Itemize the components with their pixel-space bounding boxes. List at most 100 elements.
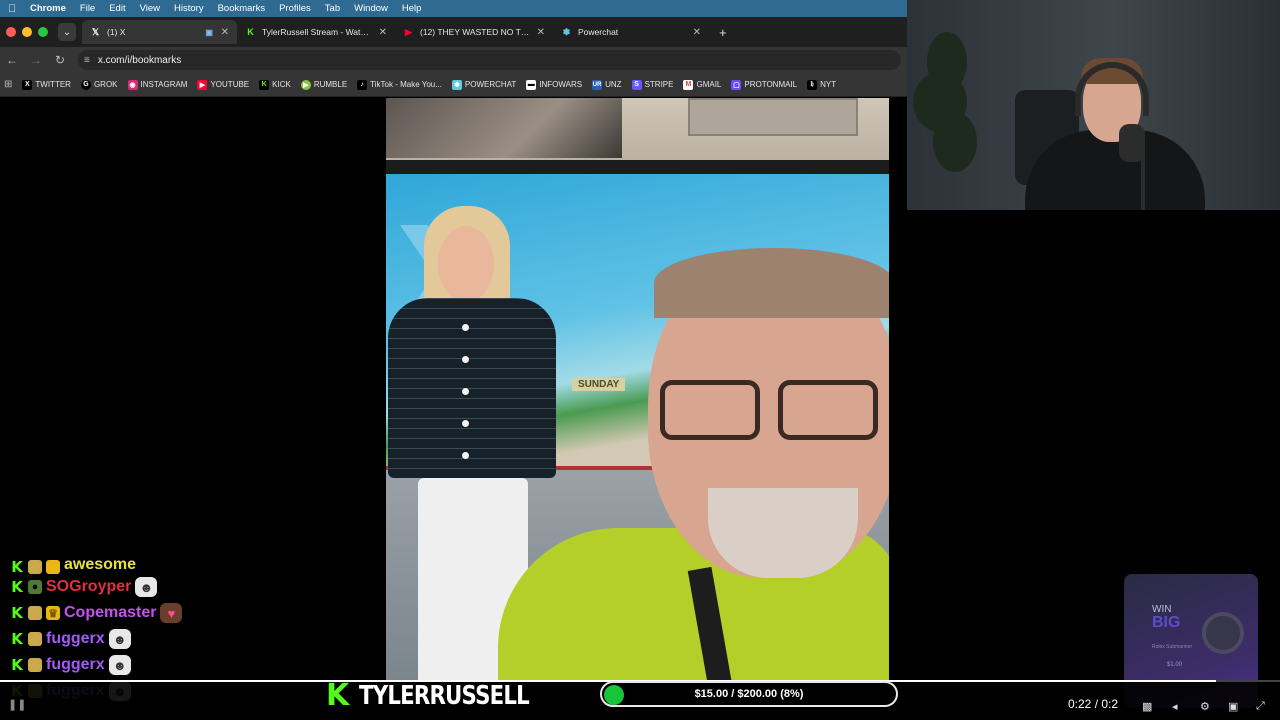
tab-powerchat[interactable]: ✽ Powerchat ✕ [553, 20, 709, 44]
tab-title: TylerRussell Stream - Watch Li [262, 27, 373, 37]
jacket-button [462, 324, 469, 331]
close-window-button[interactable] [6, 27, 16, 37]
webcam-overlay [907, 0, 1280, 210]
bookmark-instagram[interactable]: ◉ INSTAGRAM [127, 79, 187, 90]
menu-file[interactable]: File [80, 3, 95, 14]
fullscreen-icon[interactable]: ⤢ [1256, 700, 1265, 713]
bookmark-label: PROTONMAIL [744, 80, 798, 89]
pip-icon[interactable]: ▣ [1228, 700, 1238, 713]
bookmark-stripe[interactable]: S STRIPE [631, 79, 673, 90]
jacket-button [462, 420, 469, 427]
back-icon[interactable]: ← [6, 53, 18, 67]
menu-edit[interactable]: Edit [109, 3, 125, 14]
close-tab-icon[interactable]: ✕ [221, 27, 229, 38]
volume-icon[interactable]: ◂ [1172, 700, 1178, 713]
menu-tab[interactable]: Tab [325, 3, 340, 14]
url-text: x.com/i/bookmarks [97, 54, 182, 66]
protonmail-icon: ▢ [731, 79, 742, 90]
close-tab-icon[interactable]: ✕ [537, 27, 545, 38]
bookmark-tiktok[interactable]: ♪ TikTok - Make You... [357, 79, 442, 90]
menu-profiles[interactable]: Profiles [279, 3, 311, 14]
bookmark-rumble[interactable]: ▶ RUMBLE [300, 79, 347, 90]
bookmark-label: YOUTUBE [210, 80, 250, 89]
bookmark-kick[interactable]: K KICK [259, 79, 291, 90]
tv-bezel [386, 160, 889, 174]
apps-icon[interactable]: ⊞ [4, 79, 12, 90]
wall-poster [688, 98, 858, 136]
bookmark-twitter[interactable]: X TWITTER [22, 79, 71, 90]
tab-title: (1) X [107, 27, 126, 37]
jacket-button [462, 356, 469, 363]
bookmark-gmail[interactable]: M GMAIL [683, 79, 721, 90]
glasses-lens [778, 380, 878, 440]
bookmark-grok[interactable]: G GROK [80, 79, 118, 90]
nyt-icon: 𝔥 [807, 79, 818, 90]
close-tab-icon[interactable]: ✕ [379, 27, 387, 38]
chat-message: K fuggerx ☻ [10, 652, 230, 678]
chat-username[interactable]: awesome [64, 560, 136, 574]
time-display: 0:22 / 0:2 [1068, 697, 1119, 711]
tab-strip: ⌄ 𝕏 (1) X ▣ ✕ K TylerRussell Stream - Wa… [0, 17, 907, 47]
close-tab-icon[interactable]: ✕ [693, 27, 701, 38]
tab-title: (12) THEY WASTED NO TIME [420, 27, 531, 37]
bookmark-unz[interactable]: UR UNZ [592, 79, 622, 90]
site-info-icon[interactable]: ≡ [84, 55, 90, 66]
new-tab-button[interactable]: + [719, 25, 727, 40]
window-controls [6, 27, 48, 37]
man-beard [708, 488, 858, 578]
chat-username[interactable]: SOGroyper [46, 578, 131, 596]
menu-app-name[interactable]: Chrome [30, 3, 66, 14]
bookmark-infowars[interactable]: ▬ INFOWARS [526, 79, 582, 90]
bookmark-youtube[interactable]: ▶ YOUTUBE [197, 79, 250, 90]
chat-username[interactable]: fuggerx [46, 656, 105, 674]
video-frame[interactable]: X SUNDAY [386, 98, 889, 680]
x-icon: X [22, 79, 33, 90]
menu-history[interactable]: History [174, 3, 204, 14]
menu-help[interactable]: Help [402, 3, 422, 14]
menu-bookmarks[interactable]: Bookmarks [218, 3, 266, 14]
bookmark-protonmail[interactable]: ▢ PROTONMAIL [731, 79, 798, 90]
kick-badge-icon: K [11, 656, 23, 674]
captions-icon[interactable]: ▩ [1142, 700, 1152, 713]
jacket-button [462, 388, 469, 395]
chat-username[interactable]: fuggerx [46, 630, 105, 648]
settings-icon[interactable]: ⚙ [1200, 700, 1210, 713]
minimize-window-button[interactable] [22, 27, 32, 37]
bookmark-powerchat[interactable]: ✽ POWERCHAT [451, 79, 517, 90]
powerchat-icon: ✽ [562, 26, 571, 37]
chat-username[interactable]: Copemaster [64, 604, 156, 622]
bookmark-label: POWERCHAT [464, 80, 517, 89]
glasses-lens [660, 380, 760, 440]
forward-icon[interactable]: → [30, 53, 42, 67]
play-pause-icon[interactable]: ❚❚ [8, 698, 26, 711]
bookmark-label: NYT [820, 80, 837, 89]
tiktok-icon: ♪ [357, 79, 368, 90]
goal-indicator-icon [604, 685, 624, 705]
tab-kick[interactable]: K TylerRussell Stream - Watch Li ✕ [237, 20, 395, 44]
menu-view[interactable]: View [140, 3, 160, 14]
zoom-window-button[interactable] [38, 27, 48, 37]
chat-message: K ♛ Copemaster ♥ [10, 600, 230, 626]
apple-icon[interactable]:  [8, 3, 30, 15]
powerchat-icon: ✽ [451, 79, 462, 90]
microphone [1119, 124, 1145, 162]
chevron-down-icon: ⌄ [62, 26, 72, 38]
subscriber-badge-icon [28, 658, 42, 672]
youtube-icon: ▶ [405, 26, 412, 37]
unz-icon: UR [592, 79, 603, 90]
emote-icon: ☻ [135, 577, 158, 597]
bookmark-nyt[interactable]: 𝔥 NYT [807, 79, 837, 90]
kick-badge-icon: K [11, 604, 23, 622]
subscriber-badge-icon [28, 606, 42, 620]
emote-icon: ☻ [108, 629, 131, 649]
subscriber-badge-icon [28, 560, 42, 574]
menu-window[interactable]: Window [354, 3, 388, 14]
tab-x[interactable]: 𝕏 (1) X ▣ ✕ [82, 20, 237, 44]
tab-search-button[interactable]: ⌄ [58, 23, 76, 41]
media-icon: ▣ [205, 27, 213, 37]
donation-goal: $15.00 / $200.00 (8%) [600, 681, 898, 707]
chat-message: K ● SOGroyper ☻ [10, 574, 230, 600]
tab-youtube[interactable]: ▶ (12) THEY WASTED NO TIME ✕ [395, 20, 553, 44]
reload-icon[interactable]: ↻ [54, 53, 66, 67]
url-field[interactable]: ≡ x.com/i/bookmarks [78, 50, 901, 70]
